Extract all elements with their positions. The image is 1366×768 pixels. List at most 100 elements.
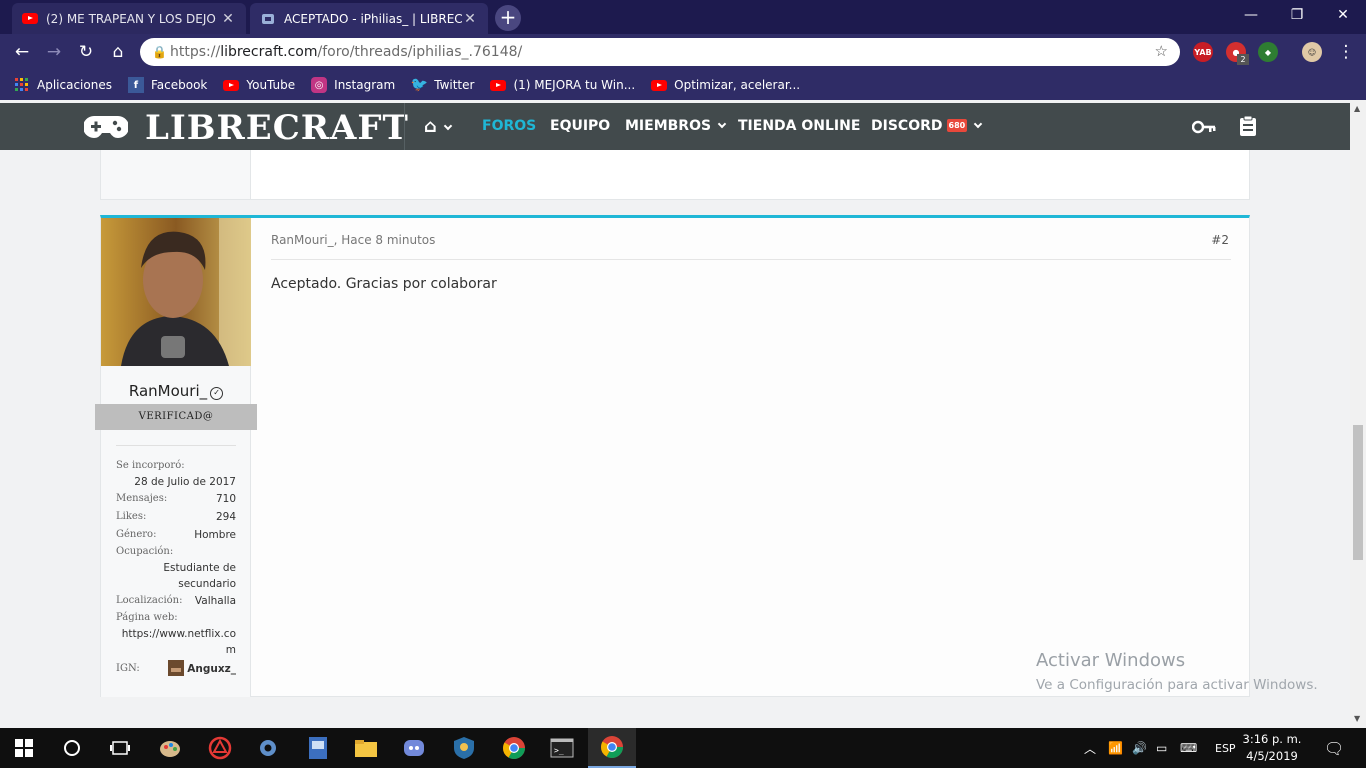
bookmark-youtube-video[interactable]: Optimizar, acelerar... [651, 77, 800, 93]
twitter-icon: 🐦 [410, 77, 428, 93]
user-info: Se incorporó: 28 de Julio de 2017 Mensaj… [116, 458, 236, 678]
search-circle-icon[interactable] [48, 728, 96, 768]
bookmark-youtube-video[interactable]: (1) MEJORA tu Win... [490, 77, 635, 93]
post-meta[interactable]: RanMouri_, Hace 8 minutos [271, 233, 435, 247]
battery-icon[interactable]: ▭ [1156, 728, 1167, 768]
close-icon[interactable]: ✕ [220, 11, 236, 27]
avatar[interactable] [101, 218, 251, 366]
bookmark-youtube[interactable]: YouTube [223, 77, 295, 93]
chrome-icon[interactable] [588, 728, 636, 768]
notifications-icon[interactable]: 🗨 [1324, 728, 1344, 768]
scroll-thumb[interactable] [1353, 425, 1363, 560]
chevron-down-icon [717, 119, 727, 129]
apps-grid-icon [14, 77, 30, 93]
close-icon[interactable]: ✕ [462, 11, 478, 27]
discord-icon[interactable] [390, 728, 438, 768]
post-permalink[interactable]: #2 [1211, 233, 1229, 247]
browser-tabstrip: (2) ME TRAPEAN Y LOS DEJO RAJ ✕ ACEPTADO… [0, 0, 1366, 34]
windows-start-icon[interactable] [0, 728, 48, 768]
youtube-icon [490, 77, 507, 93]
bookmark-label: YouTube [246, 78, 296, 92]
page-scrollbar[interactable]: ▲ ▼ [1350, 100, 1366, 728]
scroll-up-icon[interactable]: ▲ [1354, 104, 1360, 113]
bookmark-apps[interactable]: Aplicaciones [14, 77, 112, 93]
bookmark-facebook[interactable]: f Facebook [127, 77, 208, 93]
nav-foros[interactable]: FOROS [482, 103, 536, 150]
clock-date: 4/5/2019 [1246, 749, 1298, 763]
nav-home[interactable]: ⌂ [424, 103, 453, 150]
address-bar[interactable]: 🔒 https://librecraft.com/foro/threads/ip… [140, 38, 1180, 66]
chevron-down-icon [973, 119, 983, 129]
nav-equipo[interactable]: EQUIPO [550, 103, 610, 150]
language-indicator[interactable]: ESP [1215, 728, 1236, 768]
bookmarks-bar: Aplicaciones f Facebook YouTube ◎ Instag… [0, 70, 1366, 100]
bookmark-star-icon[interactable]: ☆ [1155, 42, 1168, 60]
site-logo[interactable]: LIBRECRAFT [145, 108, 409, 148]
task-view-icon[interactable] [96, 728, 144, 768]
maximize-icon[interactable]: ❐ [1274, 0, 1320, 30]
yab-extension-icon[interactable]: YAB [1193, 42, 1213, 62]
info-ign: IGN: Anguxz_ [116, 660, 236, 678]
svg-text:>_: >_ [554, 746, 564, 755]
volume-icon[interactable]: 🔊 [1132, 728, 1147, 768]
bookmark-twitter[interactable]: 🐦 Twitter [410, 77, 475, 93]
extension-icon[interactable]: ◆ [1258, 42, 1278, 62]
author-name-text: RanMouri_ [128, 382, 208, 400]
clipboard-icon[interactable] [1239, 115, 1257, 140]
key-icon[interactable] [1191, 117, 1216, 140]
previous-post-user-column [101, 150, 251, 199]
paint-app-icon[interactable] [146, 728, 194, 768]
back-icon[interactable]: ← [10, 40, 34, 64]
chevron-down-icon [443, 121, 453, 131]
post-author-name[interactable]: RanMouri_ ✓ [101, 382, 251, 400]
info-website: Página web: https://www.netflix.co m [116, 612, 236, 658]
terminal-icon[interactable]: >_ [538, 728, 586, 768]
bookmark-instagram[interactable]: ◎ Instagram [311, 77, 395, 93]
wifi-icon[interactable]: 📶 [1108, 728, 1123, 768]
bookmark-label: Facebook [150, 78, 208, 92]
browser-tab-youtube[interactable]: (2) ME TRAPEAN Y LOS DEJO RAJ ✕ [12, 3, 246, 34]
post-message: Aceptado. Gracias por colaborar [271, 276, 497, 292]
website-link-cont[interactable]: m [116, 642, 236, 658]
website-link[interactable]: https://www.netflix.co [116, 626, 236, 642]
nav-tienda[interactable]: TIENDA ONLINE [738, 103, 860, 150]
reload-icon[interactable]: ↻ [74, 40, 98, 64]
user-title-badge: VERIFICAD@ [95, 404, 257, 430]
chevron-up-icon[interactable]: ︿ [1084, 728, 1096, 768]
settings-gear-icon[interactable] [244, 728, 292, 768]
close-window-icon[interactable]: ✕ [1320, 0, 1366, 30]
forward-icon[interactable]: → [42, 40, 66, 64]
bookmark-label: Instagram [334, 78, 396, 92]
url-path: /foro/threads/iphilias_.76148/ [317, 44, 523, 60]
home-icon: ⌂ [424, 116, 437, 137]
game-app-icon[interactable] [196, 728, 244, 768]
file-explorer-icon[interactable] [342, 728, 390, 768]
info-joined: Se incorporó: 28 de Julio de 2017 [116, 460, 236, 488]
chrome-icon[interactable] [490, 728, 538, 768]
extension-badge: 2 [1237, 54, 1249, 65]
facebook-icon: f [127, 77, 144, 93]
nav-discord[interactable]: DISCORD 680 [871, 103, 983, 150]
profile-avatar[interactable]: ☺ [1302, 42, 1322, 62]
nav-miembros[interactable]: MIEMBROS [625, 103, 727, 150]
scroll-down-icon[interactable]: ▼ [1354, 714, 1360, 723]
menu-kebab-icon[interactable]: ⋮ [1334, 40, 1358, 64]
info-gender: Género: Hombre [116, 529, 236, 541]
gamepad-icon[interactable] [83, 114, 129, 140]
shield-app-icon[interactable] [440, 728, 488, 768]
youtube-icon [223, 77, 240, 93]
previous-post: Otros. [100, 139, 1250, 200]
info-messages: Mensajes: 710 [116, 493, 236, 505]
minimize-icon[interactable]: — [1228, 0, 1274, 30]
keyboard-icon[interactable]: ⌨ [1180, 728, 1197, 768]
youtube-icon [22, 11, 38, 27]
document-app-icon[interactable] [294, 728, 342, 768]
librecraft-icon [260, 11, 276, 27]
bookmark-label: Aplicaciones [37, 78, 112, 92]
home-icon[interactable]: ⌂ [106, 40, 130, 64]
browser-toolbar: ← → ↻ ⌂ 🔒 https://librecraft.com/foro/th… [0, 34, 1366, 70]
browser-tab-librecraft[interactable]: ACEPTADO - iPhilias_ | LIBRECRA ✕ [250, 3, 488, 34]
system-clock[interactable]: 3:16 p. m. 4/5/2019 [1240, 731, 1304, 765]
new-tab-button[interactable]: + [495, 5, 521, 31]
info-location: Localización: Valhalla [116, 595, 236, 607]
